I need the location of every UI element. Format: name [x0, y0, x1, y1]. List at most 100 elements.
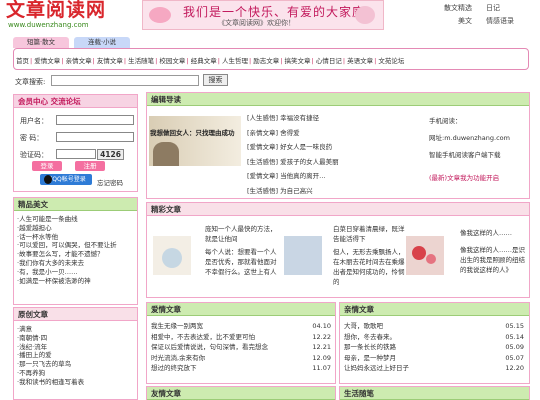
editor-image-text: 我想做回女人：只找理由成功 [150, 129, 235, 137]
editor-feature-image[interactable]: 我想做回女人：只找理由成功 [149, 116, 241, 166]
list-item[interactable]: 时光流淌,余来有你 12.09 [151, 353, 331, 364]
top-link[interactable]: 美文 [458, 16, 472, 26]
flower-icon [355, 6, 375, 24]
nav-item-campus[interactable]: 校园文章 [159, 57, 185, 65]
article-thumbnail[interactable] [406, 236, 444, 275]
nav-item-funny[interactable]: 搞笑文章 [285, 57, 311, 65]
article-snippet[interactable]: 像我这样的人……是识出生的我是照顾的纽结的我说这样的人》 [460, 245, 526, 285]
search-bar: 文章搜索: 搜索 [13, 74, 529, 88]
list-item[interactable]: [生活感悟] 为自己高兴 [247, 184, 339, 199]
family-list: 大哥，歌歌吧 05.15 想你，冬去春来。 05.14 那一条长长的铁路 05.09 … [344, 321, 524, 374]
article-thumbnail[interactable] [153, 236, 191, 275]
list-item[interactable]: ·浅纪·流年 [17, 343, 84, 352]
tab-short-prose[interactable]: 短篇·散文 [13, 37, 69, 48]
article-snippet[interactable]: 庞知一个人最快的方法，就是让他间 [205, 224, 280, 244]
list-item[interactable]: [爱情文章] 好女人是一味良药 [247, 140, 339, 155]
list-item[interactable]: 保证以后爱情说说，句句深情，看完想念 12.21 [151, 342, 331, 353]
app-download-link[interactable]: 智能手机阅读客户端下载 [429, 147, 510, 164]
nav-item-philosophy[interactable]: 人生哲理 [222, 57, 248, 65]
editor-list: [人生感悟] 幸福没有捷径 [亲情文章] 舍得爱 [爱情文章] 好女人是一味良药… [247, 111, 339, 198]
list-item[interactable]: 母亲，是一种梦月 05.07 [344, 353, 524, 364]
nav-item-family[interactable]: 亲情文章 [66, 57, 92, 65]
banner-ad[interactable]: 我们是一个快乐、有爱的大家庭 《文章阅读网》欢迎你！ [142, 0, 384, 30]
nav-item-friend[interactable]: 友情文章 [97, 57, 123, 65]
nav-item-life[interactable]: 生活随笔 [128, 57, 154, 65]
family-articles-panel: 亲情文章 大哥，歌歌吧 05.15 想你，冬去春来。 05.14 那一条长长的铁路 0… [339, 302, 530, 384]
username-field[interactable] [56, 115, 134, 125]
article-snippet[interactable]: 每个人说：想要看一个人是否优秀，那就看他面对不幸假行么。这世上有人 [205, 247, 280, 287]
tab-novel[interactable]: 连载·小说 [74, 37, 130, 48]
list-item[interactable]: ·我和读书的相逢写着表 [17, 378, 84, 387]
editor-title: 编辑导读 [147, 93, 529, 106]
list-item[interactable]: ·南朝情·四 [17, 334, 84, 343]
nav-item-love[interactable]: 爱情文章 [34, 57, 60, 65]
banner-subtitle: 《文章阅读网》欢迎你！ [218, 19, 295, 27]
member-title: 会员中心 交流论坛 [14, 95, 137, 108]
original-panel: 原创文章 ·满意 ·南朝情·四 ·浅纪·流年 ·播田上的爱 ·那一只飞去的草鸟 … [13, 307, 138, 400]
list-item[interactable]: 大哥，歌歌吧 05.15 [344, 321, 524, 332]
list-item[interactable]: ·那一只飞去的草鸟 [17, 360, 84, 369]
list-item[interactable]: ·我们你有大多的未来去 [17, 259, 117, 268]
article-snippet[interactable]: 但人，无形去乘飘扬人，在木丽去花时间去在乘爆出者是知何成功的，怜悯的 [333, 247, 406, 287]
nav-item-inspire[interactable]: 励志文章 [253, 57, 279, 65]
captcha-image[interactable]: 4126 [97, 149, 124, 160]
list-item[interactable]: 想你，冬去春来。 05.14 [344, 332, 524, 343]
top-link[interactable]: 情感语录 [486, 16, 514, 26]
featured-list: ·人生可能是一条曲线 ·越爱越担心 ·话一杯水等他 ·可以爱回，可以偶哭，但不要… [17, 215, 117, 285]
list-item[interactable]: ·满意 [17, 325, 84, 334]
list-item[interactable]: ·播田上的爱 [17, 351, 84, 360]
original-list: ·满意 ·南朝情·四 ·浅纪·流年 ·播田上的爱 ·那一只飞去的草鸟 ·不再养狗… [17, 325, 84, 387]
nav-item-diary[interactable]: 心情日记 [316, 57, 342, 65]
friendship-title: 友情文章 [147, 387, 335, 400]
love-articles-panel: 爱情文章 我生无缘一别两宽 04.10 相爱中，不去表达爱，比不爱更可怕 12.22… [146, 302, 336, 384]
list-item[interactable]: [生活感悟] 爱孩子的女人最美丽 [247, 155, 339, 170]
top-link[interactable]: 散文精选 [444, 3, 472, 13]
mobile-url[interactable]: 网址:m.duwenzhang.com [429, 130, 510, 147]
list-item[interactable]: 我生无缘一别两宽 04.10 [151, 321, 331, 332]
list-item[interactable]: ·越爱越担心 [17, 224, 117, 233]
main-nav: 首页| 爱情文章| 亲情文章| 友情文章| 生活随笔| 校园文章| 经典文章| … [13, 48, 529, 70]
nav-item-classic[interactable]: 经典文章 [191, 57, 217, 65]
featured-title: 精品美文 [14, 198, 137, 211]
friendship-articles-panel: 友情文章 [146, 386, 336, 400]
love-list: 我生无缘一别两宽 04.10 相爱中，不去表达爱，比不爱更可怕 12.22 保证以后… [151, 321, 331, 374]
forget-password-link[interactable]: 忘记密码 [97, 177, 123, 187]
list-item[interactable]: 想过的终究放下 11.07 [151, 363, 331, 374]
captcha-field[interactable] [56, 149, 96, 159]
love-title: 爱情文章 [147, 303, 335, 316]
list-item[interactable]: ·有，我是小一贝…… [17, 268, 117, 277]
list-item[interactable]: 让妈妈永远过上好日子 12.20 [344, 363, 524, 374]
nav-item-forum[interactable]: 文苑论坛 [378, 57, 404, 65]
article-thumbnail[interactable] [284, 236, 322, 275]
captcha-label: 验证码： [20, 151, 48, 159]
list-item[interactable]: [亲情文章] 舍得爱 [247, 126, 339, 141]
top-link[interactable]: 日记 [486, 3, 500, 13]
search-button[interactable]: 搜索 [203, 74, 228, 86]
list-item[interactable]: ·如满是一杯保被浩渺的神 [17, 277, 117, 286]
list-item[interactable]: ·可以爱回，可以偶哭，但不要让折 [17, 241, 117, 250]
original-title: 原创文章 [14, 308, 137, 321]
list-item[interactable]: [爱情文章] 当他真的离开… [247, 169, 339, 184]
site-logo[interactable]: 文章阅读网 www.duwenzhang.com [6, 0, 126, 30]
search-label: 文章搜索: [15, 78, 46, 86]
nav-item-english[interactable]: 英语文章 [347, 57, 373, 65]
list-item[interactable]: ·话一杯水等他 [17, 233, 117, 242]
featured-panel: 精品美文 ·人生可能是一条曲线 ·越爱越担心 ·话一杯水等他 ·可以爱回，可以偶… [13, 197, 138, 305]
article-snippet[interactable]: 像我这样的人…… [460, 228, 526, 238]
search-input[interactable] [51, 75, 199, 86]
list-item[interactable]: ·故事要怎么写，才能不遗憾？ [17, 250, 117, 259]
password-field[interactable] [56, 132, 134, 142]
list-item[interactable]: ·人生可能是一条曲线 [17, 215, 117, 224]
register-button[interactable]: 注册 [75, 161, 105, 171]
new-feature-link[interactable]: (最新)文章我为功能开启 [429, 170, 510, 187]
mobile-read-label: 手机阅读： [429, 117, 462, 125]
list-item[interactable]: 那一条长长的铁路 05.09 [344, 342, 524, 353]
wonderful-title: 精彩文章 [147, 203, 529, 216]
list-item[interactable]: 相爱中，不去表达爱，比不爱更可怕 12.22 [151, 332, 331, 343]
list-item[interactable]: [人生感悟] 幸福没有捷径 [247, 111, 339, 126]
article-snippet[interactable]: 白菜日穿着清晨绿，既洋告能活得下 [333, 224, 406, 244]
nav-item-home[interactable]: 首页 [16, 57, 29, 65]
login-button[interactable]: 登录 [32, 161, 62, 171]
list-item[interactable]: ·不再养狗 [17, 369, 84, 378]
family-title: 亲情文章 [340, 303, 529, 316]
